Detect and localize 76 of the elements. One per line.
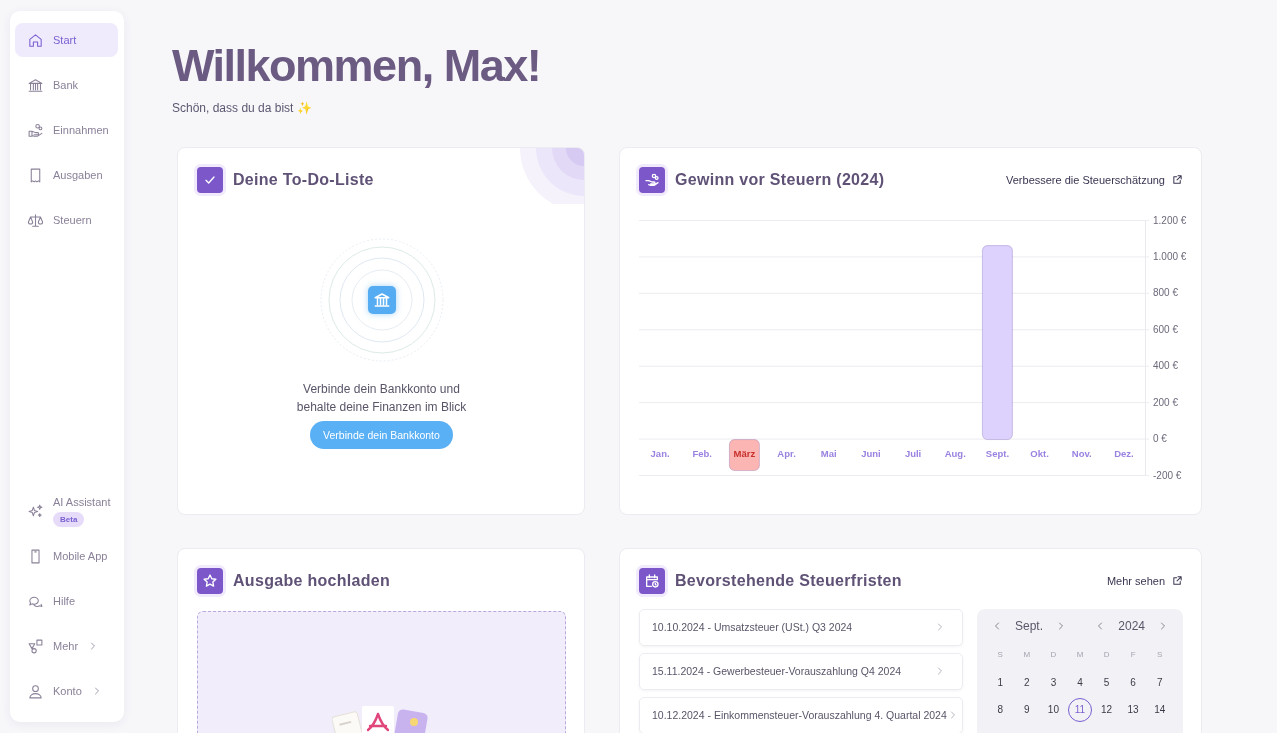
- beta-badge: Beta: [53, 511, 85, 527]
- external-link-icon[interactable]: [1172, 174, 1183, 185]
- external-link[interactable]: Verbessere die Steuerschätzung: [1006, 173, 1183, 186]
- checkbox-icon: [197, 166, 223, 193]
- card-title: Bevorstehende Steuerfristen: [675, 571, 902, 590]
- weekday-label: S: [996, 649, 1004, 659]
- month-label: Juni: [861, 447, 881, 459]
- axis-tick-label: 1.000 €: [1153, 250, 1187, 262]
- calendar-day[interactable]: 13: [1121, 697, 1146, 722]
- shapes-icon: [27, 637, 44, 655]
- hand-coins-icon: [639, 166, 665, 193]
- page-subtitle: Schön, dass du da bist ✨: [172, 100, 313, 115]
- axis-tick-label: 200 €: [1153, 396, 1179, 408]
- calendar-day[interactable]: 10: [1041, 697, 1066, 722]
- calendar-day[interactable]: 3: [1041, 670, 1066, 695]
- month-label: Apr.: [777, 447, 796, 459]
- card-title: Deine To-Do-Liste: [233, 170, 374, 189]
- nav-item[interactable]: Ausgaben: [15, 158, 118, 192]
- weekday-label: M: [1075, 649, 1085, 659]
- calendar-day[interactable]: 1: [988, 670, 1013, 695]
- calendar-month: Sept.: [1015, 618, 1044, 633]
- calendar-day[interactable]: 4: [1068, 670, 1092, 695]
- todo-message: Verbinde dein Bankkonto und behalte deine Finanzen im Blick: [295, 380, 468, 416]
- nav-item[interactable]: AI Assistant Beta: [15, 494, 118, 528]
- month-label: Dez.: [1114, 447, 1134, 459]
- month-label: Mai: [820, 447, 837, 459]
- month-label: Aug.: [944, 447, 966, 459]
- bank-icon: [367, 285, 396, 314]
- axis-tick-label: 600 €: [1153, 323, 1179, 335]
- month-label: Juli: [904, 447, 922, 459]
- nav-item[interactable]: Start: [15, 23, 118, 57]
- month-label: Nov.: [1071, 447, 1092, 459]
- weekday-label: D: [1102, 649, 1111, 659]
- axis-tick-label: 0 €: [1153, 432, 1167, 444]
- calendar-day[interactable]: 6: [1121, 670, 1146, 695]
- home-icon: [27, 31, 44, 49]
- nav-item[interactable]: Bank: [15, 68, 118, 102]
- card-title: Gewinn vor Steuern (2024): [675, 170, 885, 189]
- month-label: März: [733, 447, 756, 459]
- nav-item[interactable]: Mobile App: [15, 539, 118, 573]
- nav-item[interactable]: Einnahmen: [15, 113, 118, 147]
- scales-icon: [27, 211, 44, 229]
- page-title: Willkommen, Max!: [172, 41, 542, 91]
- month-label: Feb.: [692, 447, 712, 459]
- bank-icon: [27, 76, 44, 94]
- calendar-day[interactable]: 9: [1014, 697, 1039, 722]
- nav-item[interactable]: Mehr: [15, 629, 118, 663]
- calendar-day[interactable]: 14: [1147, 697, 1172, 722]
- axis-tick-label: -200 €: [1153, 469, 1182, 480]
- axis-tick-label: 800 €: [1153, 286, 1179, 298]
- user-icon: [27, 682, 44, 700]
- nav-item[interactable]: Hilfe: [15, 584, 118, 618]
- deadline-row[interactable]: 10.10.2024 - Umsatzsteuer (USt.) Q3 2024: [639, 608, 963, 646]
- month-label: Sept.: [985, 447, 1010, 459]
- calendar-day[interactable]: 8: [988, 697, 1013, 722]
- axis-tick-label: 1.200 €: [1153, 214, 1187, 225]
- nav-item[interactable]: Steuern: [15, 203, 118, 237]
- hand-coins-icon: [27, 121, 44, 139]
- calendar-year: 2024: [1118, 618, 1145, 633]
- external-link-icon[interactable]: [1172, 575, 1183, 586]
- weekday-label: M: [1022, 649, 1032, 659]
- card-title: Ausgabe hochladen: [233, 571, 391, 590]
- calendar-day[interactable]: 2: [1014, 670, 1039, 695]
- axis-tick-label: 400 €: [1153, 359, 1179, 371]
- calendar-day[interactable]: 5: [1094, 670, 1119, 695]
- deadline-row[interactable]: 15.11.2024 - Gewerbesteuer-Vorauszahlung Q4 2024: [639, 652, 963, 690]
- weekday-label: D: [1049, 649, 1058, 659]
- weekday-label: S: [1156, 649, 1164, 659]
- month-label: Jan.: [650, 447, 670, 459]
- calendar-day[interactable]: 7: [1147, 670, 1172, 695]
- month-label: Okt.: [1030, 447, 1049, 459]
- external-link[interactable]: Mehr sehen: [1106, 574, 1183, 587]
- calendar-day[interactable]: 12: [1094, 697, 1119, 722]
- calendar-clock-icon: [639, 567, 665, 594]
- sparkles-icon: [27, 502, 44, 520]
- nav-item[interactable]: Konto: [15, 674, 118, 708]
